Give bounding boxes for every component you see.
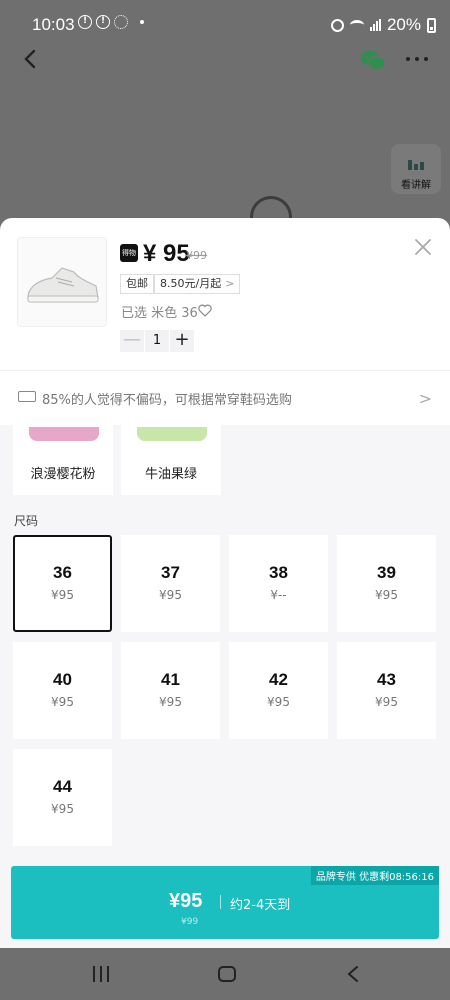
size-price: ¥95 bbox=[51, 695, 74, 709]
color-option-label: 牛油果绿 bbox=[144, 467, 197, 482]
status-time: 10:03 bbox=[32, 15, 75, 34]
original-price: ¥99 bbox=[186, 249, 207, 262]
size-fit-tip[interactable]: 85%的人觉得不偏码，可根据常穿鞋码选购 > bbox=[0, 377, 450, 419]
size-label: 44 bbox=[53, 777, 72, 796]
sku-selector-sheet: 得物 ¥ 95 ¥99 包邮 8.50元/月起 > 已选 米色 36 — 1 + … bbox=[0, 218, 450, 948]
explain-label: 看讲解 bbox=[401, 180, 431, 191]
back-arrow-icon[interactable] bbox=[20, 48, 42, 70]
size-option-42[interactable]: 42 ¥95 bbox=[229, 642, 328, 739]
wifi-icon bbox=[349, 20, 364, 30]
color-swatch-image bbox=[29, 427, 99, 441]
size-price: ¥95 bbox=[51, 802, 74, 816]
size-price: ¥95 bbox=[375, 588, 398, 602]
notification-shield-icon: ! bbox=[78, 15, 92, 29]
selected-variant: 已选 米色 36 bbox=[121, 306, 198, 321]
free-shipping-tag: 包邮 bbox=[120, 274, 154, 294]
wechat-share-icon[interactable] bbox=[360, 49, 386, 71]
buy-price: ¥95 bbox=[169, 890, 203, 912]
installment-label: 8.50元/月起 bbox=[160, 277, 222, 290]
size-price: ¥95 bbox=[375, 695, 398, 709]
sneaker-thumbnail-icon bbox=[27, 267, 99, 303]
size-option-38[interactable]: 38 ¥-- bbox=[229, 535, 328, 632]
buy-button[interactable]: 品牌专供 优惠剩08:56:16 ¥95 约2-4天到 ¥99 bbox=[11, 866, 439, 939]
size-price: ¥-- bbox=[270, 588, 287, 602]
size-label: 40 bbox=[53, 670, 72, 689]
brand-logo-icon: 得物 bbox=[120, 244, 138, 262]
product-thumbnail bbox=[17, 237, 107, 327]
system-back-icon[interactable] bbox=[346, 966, 360, 982]
favorite-heart-icon[interactable] bbox=[198, 304, 212, 317]
color-option-pink[interactable]: 浪漫樱花粉 bbox=[13, 425, 113, 495]
chevron-right-icon: > bbox=[225, 277, 235, 290]
size-option-37[interactable]: 37 ¥95 bbox=[121, 535, 220, 632]
size-label: 37 bbox=[161, 563, 180, 582]
size-label: 43 bbox=[377, 670, 396, 689]
recent-apps-icon[interactable] bbox=[93, 966, 109, 982]
size-option-43[interactable]: 43 ¥95 bbox=[337, 642, 436, 739]
status-right: 20% bbox=[330, 15, 436, 35]
quantity-value[interactable]: 1 bbox=[145, 330, 169, 352]
battery-percent: 20% bbox=[386, 15, 421, 34]
size-option-39[interactable]: 39 ¥95 bbox=[337, 535, 436, 632]
installment-tag[interactable]: 8.50元/月起 > bbox=[154, 274, 241, 294]
color-option-green[interactable]: 牛油果绿 bbox=[121, 425, 221, 495]
size-label: 41 bbox=[161, 670, 180, 689]
battery-icon bbox=[427, 17, 436, 33]
size-fit-text: 85%的人觉得不偏码，可根据常穿鞋码选购 bbox=[42, 393, 292, 408]
explain-button[interactable]: 看讲解 bbox=[391, 144, 441, 194]
buy-separator bbox=[220, 895, 221, 909]
alarm-icon bbox=[330, 18, 344, 32]
ruler-icon bbox=[18, 391, 36, 402]
size-label: 42 bbox=[269, 670, 288, 689]
status-bar: 10:03 ! ! 20% bbox=[0, 0, 450, 46]
size-option-40[interactable]: 40 ¥95 bbox=[13, 642, 112, 739]
product-image-backdrop bbox=[250, 196, 292, 220]
size-label: 38 bbox=[269, 563, 288, 582]
notification-dot-icon bbox=[140, 20, 144, 24]
size-option-41[interactable]: 41 ¥95 bbox=[121, 642, 220, 739]
size-label: 39 bbox=[377, 563, 396, 582]
close-icon[interactable] bbox=[414, 238, 432, 256]
divider bbox=[0, 370, 450, 371]
size-price: ¥95 bbox=[51, 588, 74, 602]
delivery-eta: 约2-4天到 bbox=[230, 898, 291, 913]
quantity-plus-button[interactable]: + bbox=[170, 330, 194, 352]
notification-shield-icon-2: ! bbox=[96, 15, 110, 29]
home-icon[interactable] bbox=[218, 966, 236, 982]
quantity-minus-button[interactable]: — bbox=[120, 330, 144, 352]
size-label: 36 bbox=[53, 563, 72, 582]
more-options-icon[interactable] bbox=[406, 57, 428, 61]
status-icons: ! ! bbox=[78, 15, 144, 29]
color-swatch-image bbox=[137, 427, 207, 441]
size-option-44[interactable]: 44 ¥95 bbox=[13, 749, 112, 846]
size-price: ¥95 bbox=[159, 695, 182, 709]
system-nav-bar bbox=[0, 948, 450, 1000]
size-option-36[interactable]: 36 ¥95 bbox=[13, 535, 112, 632]
color-option-label: 浪漫樱花粉 bbox=[30, 467, 96, 482]
signal-icon bbox=[369, 19, 381, 31]
explain-bars-icon bbox=[391, 158, 441, 170]
size-price: ¥95 bbox=[267, 695, 290, 709]
promo-countdown-badge: 品牌专供 优惠剩08:56:16 bbox=[310, 866, 439, 885]
product-price: ¥ 95 bbox=[143, 240, 190, 267]
size-section-title: 尺码 bbox=[14, 514, 39, 528]
buy-original-price: ¥99 bbox=[181, 917, 199, 927]
size-price: ¥95 bbox=[159, 588, 182, 602]
chevron-right-icon: > bbox=[418, 389, 432, 408]
quantity-stepper: — 1 + bbox=[120, 330, 194, 352]
notification-app-icon bbox=[114, 15, 128, 29]
